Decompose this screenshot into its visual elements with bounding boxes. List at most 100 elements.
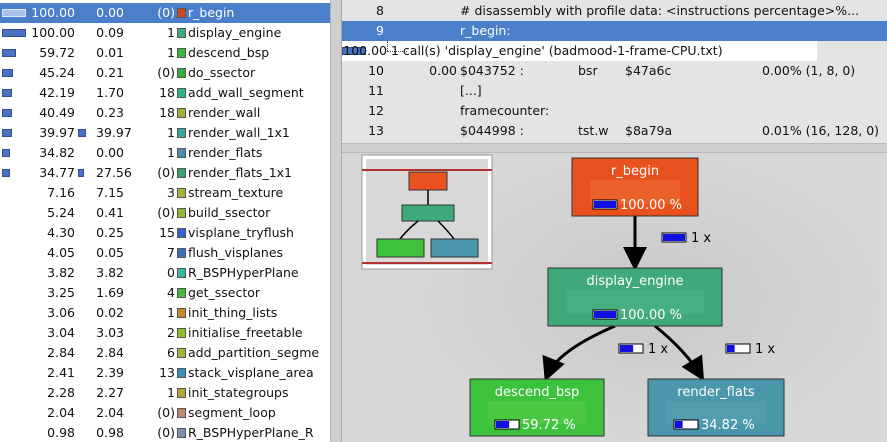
call-graph-view[interactable]: 1 x 1 x 1 x r_begin 100.00 % display_engine 10… (342, 153, 887, 442)
function-row[interactable]: 39.97 39.97 1 render_wall_1x1 (0, 123, 330, 143)
function-name: init_stategroups (188, 385, 289, 400)
inclusive-cost: 100.00 (31, 25, 75, 40)
self-cost: 0.02 (96, 305, 124, 320)
disasm-line[interactable]: 12 framecounter: (342, 101, 887, 121)
self-cost-bar (78, 129, 86, 137)
graph-node-name: render_flats (677, 385, 755, 400)
function-color-swatch-icon (177, 408, 186, 418)
function-name: render_wall (188, 105, 261, 120)
function-list[interactable]: 100.00 0.00 (0) r_begin 100.00 0.09 1 display_e… (0, 0, 330, 442)
inclusive-cost: 2.04 (47, 405, 75, 420)
self-cost: 2.27 (96, 385, 124, 400)
node-cost-bar (594, 311, 616, 318)
disasm-text: framecounter: (460, 103, 550, 118)
inclusive-cost: 2.84 (47, 345, 75, 360)
function-row[interactable]: 2.28 2.27 1 init_stategroups (0, 383, 330, 403)
opcode: bsr (578, 63, 598, 78)
function-row[interactable]: 3.82 3.82 0 R_BSPHyperPlane (0, 263, 330, 283)
graph-node-percentage: 59.72 % (522, 418, 576, 433)
call-count: 0 (167, 265, 175, 280)
function-row[interactable]: 0.98 0.98 (0) R_BSPHyperPlane_R (0, 423, 330, 442)
inclusive-cost: 3.06 (47, 305, 75, 320)
function-name: render_flats_1x1 (188, 165, 292, 180)
self-cost: 0.41 (96, 205, 124, 220)
function-name: segment_loop (188, 405, 276, 420)
function-row[interactable]: 2.04 2.04 (0) segment_loop (0, 403, 330, 423)
disasm-text: $043752 : (460, 63, 524, 78)
self-cost: 0.01 (96, 45, 124, 60)
operand: $8a79a (625, 123, 673, 138)
inclusive-cost-bar (2, 89, 12, 97)
inclusive-cost: 2.41 (47, 365, 75, 380)
call-count: 1 (167, 385, 175, 400)
disasm-text: r_begin: (460, 23, 511, 38)
call-graph-canvas[interactable]: 1 x 1 x 1 x r_begin 100.00 % display_engine 10… (342, 153, 887, 442)
function-name: R_BSPHyperPlane_R (188, 425, 314, 440)
function-row[interactable]: 34.77 27.56 (0) render_flats_1x1 (0, 163, 330, 183)
edge-call-label: 1 x (755, 342, 775, 357)
inclusive-cost-bar (2, 29, 26, 37)
operand: $47a6c (625, 63, 672, 78)
function-name: render_flats (188, 145, 263, 160)
line-number: 10 (368, 63, 384, 78)
function-row[interactable]: 2.84 2.84 6 add_partition_segme (0, 343, 330, 363)
line-number: 13 (368, 123, 384, 138)
inclusive-cost: 40.49 (39, 105, 75, 120)
inclusive-cost-bar (2, 69, 13, 77)
inclusive-cost: 42.19 (39, 85, 75, 100)
function-color-swatch-icon (177, 428, 186, 438)
line-number: 11 (368, 83, 384, 98)
function-row[interactable]: 7.16 7.15 3 stream_texture (0, 183, 330, 203)
function-row[interactable]: 40.49 0.23 18 render_wall (0, 103, 330, 123)
edge-cost-bar (663, 234, 685, 241)
function-row[interactable]: 59.72 0.01 1 descend_bsp (0, 43, 330, 63)
horizontal-splitter[interactable] (342, 143, 887, 153)
disasm-line[interactable]: 13 $044998 : tst.w $8a79a 0.01% (16, 128, 0) (342, 121, 887, 141)
function-row[interactable]: 45.24 0.21 (0) do_ssector (0, 63, 330, 83)
disasm-line[interactable]: 9 r_begin: (342, 21, 887, 41)
function-row[interactable]: 100.00 0.00 (0) r_begin (0, 3, 330, 23)
function-color-swatch-icon (177, 48, 186, 58)
function-row[interactable]: 100.00 0.09 1 display_engine (0, 23, 330, 43)
function-row[interactable]: 3.25 1.69 4 get_ssector (0, 283, 330, 303)
graph-node-name: descend_bsp (495, 385, 579, 400)
function-row[interactable]: 5.24 0.41 (0) build_ssector (0, 203, 330, 223)
function-row[interactable]: 3.06 0.02 1 init_thing_lists (0, 303, 330, 323)
line-cost: 0.00 (429, 63, 457, 78)
self-cost: 2.39 (96, 365, 124, 380)
self-cost: 0.00 (96, 145, 124, 160)
self-cost: 0.21 (96, 65, 124, 80)
function-row[interactable]: 42.19 1.70 18 add_wall_segment (0, 83, 330, 103)
inclusive-cost: 45.24 (39, 65, 75, 80)
function-color-swatch-icon (177, 388, 186, 398)
overview-node (408, 171, 448, 191)
function-row[interactable]: 2.41 2.39 13 stack_visplane_area (0, 363, 330, 383)
function-row[interactable]: 4.05 0.05 7 flush_visplanes (0, 243, 330, 263)
inclusive-cost-bar (2, 109, 12, 117)
disasm-line[interactable]: 8 # disassembly with profile data: <instr… (342, 1, 887, 21)
function-color-swatch-icon (177, 88, 186, 98)
inclusive-cost: 2.28 (47, 385, 75, 400)
call-info-row[interactable]: 100.00 1 call(s) 'display_engine' (badmoo… (342, 41, 887, 61)
disasm-line[interactable]: 11 [...] (342, 81, 887, 101)
self-cost: 3.03 (96, 325, 124, 340)
edge-call-label: 1 x (648, 342, 668, 357)
function-name: flush_visplanes (188, 245, 284, 260)
function-color-swatch-icon (177, 188, 186, 198)
function-row[interactable]: 34.82 0.00 1 render_flats (0, 143, 330, 163)
vertical-splitter[interactable] (330, 0, 343, 442)
disasm-line[interactable]: 10 0.00 $043752 : bsr $47a6c 0.00% (1, 8, 0) (342, 61, 887, 81)
function-row[interactable]: 4.30 0.25 15 visplane_tryflush (0, 223, 330, 243)
node-cost-bar (496, 421, 510, 428)
opcode: tst.w (578, 123, 609, 138)
function-name: add_wall_segment (188, 85, 304, 100)
inclusive-cost: 3.04 (47, 325, 75, 340)
overview-node (430, 238, 479, 258)
function-name: stream_texture (188, 185, 284, 200)
function-name: visplane_tryflush (188, 225, 294, 240)
disassembly-view[interactable]: 8 # disassembly with profile data: <instr… (342, 0, 887, 143)
function-name: build_ssector (188, 205, 271, 220)
call-count: 1 (167, 25, 175, 40)
function-row[interactable]: 3.04 3.03 2 initialise_freetable (0, 323, 330, 343)
function-name: do_ssector (188, 65, 256, 80)
